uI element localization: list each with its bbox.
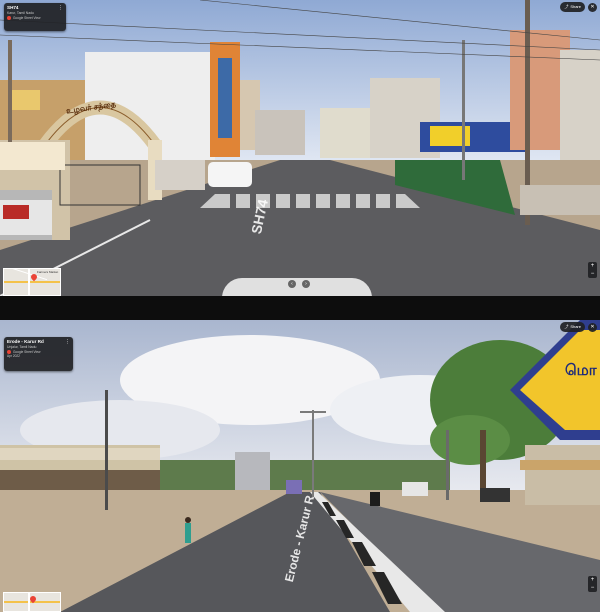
close-icon[interactable]: ✕ xyxy=(588,322,597,332)
share-icon: ⤴ xyxy=(564,4,569,9)
more-vert-icon[interactable]: ⋮ xyxy=(58,5,63,11)
share-label: Share xyxy=(570,4,581,9)
panel-divider xyxy=(0,296,600,320)
location-info-card[interactable]: SH74 Karur, Tamil Nadu Google Street Vie… xyxy=(4,3,66,31)
zoom-out-button[interactable]: − xyxy=(588,584,597,592)
zoom-controls: + − xyxy=(588,262,597,278)
share-label: Share xyxy=(570,324,581,329)
share-button[interactable]: ⤴ Share xyxy=(560,322,585,332)
top-controls: ⤴ Share ✕ xyxy=(560,2,597,12)
more-vert-icon[interactable]: ⋮ xyxy=(65,339,70,345)
zoom-in-button[interactable]: + xyxy=(588,262,597,270)
brand-label: Google Street View xyxy=(7,16,57,21)
brand-text: Google Street View xyxy=(13,15,41,20)
capture-date: Apr 2022 xyxy=(7,354,20,358)
scene-top xyxy=(0,0,600,296)
navigation-puck[interactable]: ‹ › xyxy=(222,278,372,296)
scene-bottom xyxy=(0,320,600,612)
shop-sign-text: மொ xyxy=(565,362,597,379)
zoom-out-button[interactable]: − xyxy=(588,270,597,278)
nav-arrow-left-icon[interactable]: ‹ xyxy=(288,280,296,288)
street-view-panorama-top[interactable]: SH74 உழவர் சந்தை SH74 Karur, Tamil Nadu … xyxy=(0,0,600,296)
share-icon: ⤴ xyxy=(564,324,569,329)
minimap-place-label: Farmers Market xyxy=(37,270,59,274)
street-view-logo-icon xyxy=(7,15,11,20)
zoom-controls: + − xyxy=(588,576,597,592)
location-info-card[interactable]: Erode - Karur Rd Unjalur, Tamil Nadu Goo… xyxy=(4,337,73,371)
zoom-in-button[interactable]: + xyxy=(588,576,597,584)
mini-map[interactable]: Farmers Market xyxy=(3,268,61,296)
share-button[interactable]: ⤴ Share xyxy=(560,2,585,12)
street-view-panorama-bottom[interactable]: Erode - Karur R மொ Erode - Karur Rd Unja… xyxy=(0,320,600,612)
nav-arrow-right-icon[interactable]: › xyxy=(302,280,310,288)
mini-map[interactable] xyxy=(3,592,61,612)
close-icon[interactable]: ✕ xyxy=(588,2,597,12)
top-controls: ⤴ Share ✕ xyxy=(560,322,597,332)
